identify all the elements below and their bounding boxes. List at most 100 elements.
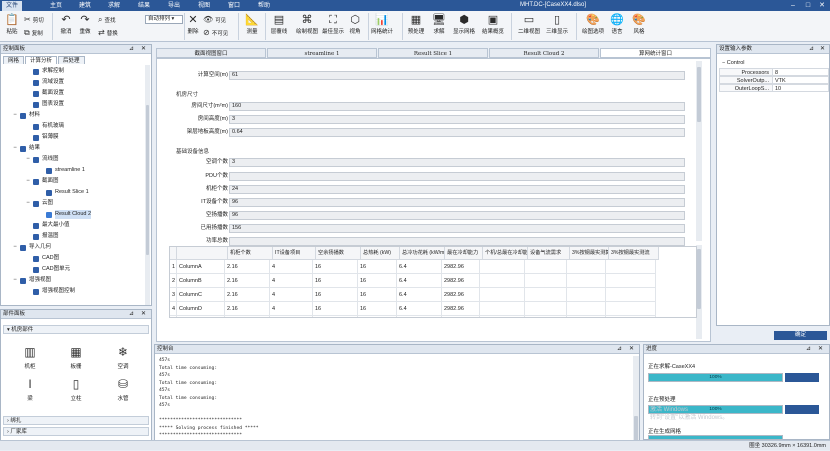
menu-tab-export[interactable]: 导出	[164, 1, 184, 11]
comp-cabinet[interactable]: ▥ 机柜	[15, 346, 45, 371]
tree-item[interactable]: − 云图	[25, 199, 53, 208]
tree-scrollbar[interactable]	[145, 65, 150, 305]
table-cell[interactable]: ColumnA	[177, 260, 225, 274]
table-cell[interactable]: 4	[270, 316, 313, 317]
tree-item[interactable]: streamline 1	[38, 166, 85, 175]
tree-item[interactable]: − 导入几何	[12, 243, 51, 252]
table-row[interactable]: 2 ColumnB 2.16 4 16 16 6.4 2982.96	[170, 274, 656, 288]
prop-row-processors[interactable]: Processors 8	[719, 68, 829, 76]
it-count-field[interactable]: 96	[229, 198, 685, 207]
pin-icon[interactable]: ⊿	[617, 345, 622, 354]
table-cell[interactable]: 2982.96	[442, 302, 480, 316]
table-cell[interactable]: 6.4	[397, 302, 442, 316]
table-cell[interactable]: 16	[313, 274, 358, 288]
tree-item[interactable]: 图表设置	[25, 100, 64, 109]
tree-item[interactable]: − 增强视图	[12, 276, 51, 285]
section-room-parts[interactable]: ▾ 机房部件	[3, 325, 149, 334]
maximize-icon[interactable]: □	[801, 0, 815, 11]
comp-pipe[interactable]: ⛁ 水管	[108, 378, 138, 403]
table-cell[interactable]	[567, 302, 606, 316]
table-cell[interactable]: 2982.96	[442, 316, 480, 317]
pin-icon[interactable]: ⊿	[809, 45, 814, 54]
close-panel-icon[interactable]: ✕	[629, 345, 634, 354]
doc-tab-streamline[interactable]: streamline 1	[267, 48, 377, 58]
close-panel-icon[interactable]: ✕	[141, 310, 146, 319]
tree-item[interactable]: 有机玻璃	[25, 122, 64, 131]
tree-item[interactable]: 流域设置	[25, 78, 64, 87]
table-cell[interactable]: 6.4	[397, 288, 442, 302]
prop-row-solver-output[interactable]: SolverOutp... VTK	[719, 76, 829, 84]
draw-view-button[interactable]: ⌘ 绘制视图	[294, 14, 320, 35]
collapse-toggle-icon[interactable]: −	[12, 144, 18, 153]
table-cell[interactable]: 6.4	[397, 274, 442, 288]
table-cell[interactable]: 4	[270, 302, 313, 316]
collapse-toggle-icon[interactable]: −	[12, 243, 18, 252]
close-panel-icon[interactable]: ✕	[818, 345, 823, 354]
table-cell[interactable]: 4	[270, 274, 313, 288]
tree-scroll-thumb[interactable]	[146, 105, 149, 255]
invisible-button[interactable]: ⊘ 不可见	[203, 29, 228, 38]
menu-tab-home[interactable]: 主页	[46, 1, 66, 11]
table-cell[interactable]: ColumnE	[177, 316, 225, 317]
menu-tab-results[interactable]: 结果	[134, 1, 154, 11]
table-cell[interactable]: ColumnD	[177, 302, 225, 316]
table-cell[interactable]: 6.4	[397, 260, 442, 274]
tree-item[interactable]: 求解控制	[25, 67, 64, 76]
table-cell[interactable]: ColumnB	[177, 274, 225, 288]
table-cell[interactable]: 16	[358, 302, 397, 316]
comp-beam[interactable]: I梁	[15, 378, 45, 403]
table-cell[interactable]	[525, 274, 567, 288]
table-cell[interactable]	[567, 260, 606, 274]
doc-tab-section-view[interactable]: 截面视图窗口	[156, 48, 266, 58]
show-grid-button[interactable]: ⬢ 显示网格	[451, 14, 477, 35]
comp-grid-floor[interactable]: ▦ 板栅	[61, 346, 91, 371]
used-slots-field[interactable]: 156	[229, 224, 685, 233]
table-cell[interactable]: 16	[358, 288, 397, 302]
table-cell[interactable]: ColumnC	[177, 288, 225, 302]
grid-header[interactable]: 3%按钢最实测流	[609, 247, 659, 260]
tree-item[interactable]: Result Cloud 2	[38, 210, 92, 219]
section-bundle[interactable]: › 绑扎	[3, 416, 149, 425]
table-row[interactable]: 1 ColumnA 2.16 4 16 16 6.4 2982.96	[170, 260, 656, 274]
menu-tab-building[interactable]: 建筑	[75, 1, 95, 11]
comp-ac[interactable]: ❄ 空调	[108, 346, 138, 371]
table-cell[interactable]	[606, 316, 656, 317]
measure-button[interactable]: 📐 测量	[239, 14, 265, 35]
table-cell[interactable]: 2.16	[225, 260, 270, 274]
collapse-toggle-icon[interactable]: −	[12, 276, 18, 285]
tree-item[interactable]: 报温图	[25, 232, 59, 241]
table-cell[interactable]	[525, 316, 567, 317]
table-cell[interactable]: 2982.96	[442, 274, 480, 288]
menu-tab-window[interactable]: 窗口	[224, 1, 244, 11]
menu-tab-file[interactable]: 文件	[2, 1, 23, 11]
close-panel-icon[interactable]: ✕	[141, 45, 146, 54]
find-button[interactable]: ⌕ 查找	[98, 16, 116, 25]
grid-header[interactable]: 设备气流需求	[528, 247, 570, 260]
table-cell[interactable]: 2982.96	[442, 288, 480, 302]
menu-tab-view[interactable]: 视图	[194, 1, 214, 11]
tab-mesh[interactable]: 网格	[3, 56, 25, 64]
form-scroll-thumb[interactable]	[697, 67, 701, 122]
table-cell[interactable]: 2	[170, 274, 177, 288]
cut-button[interactable]: ✂ 剪切	[24, 16, 44, 25]
table-cell[interactable]	[606, 288, 656, 302]
table-cell[interactable]: 16	[358, 260, 397, 274]
collapse-toggle-icon[interactable]: −	[25, 177, 31, 186]
table-cell[interactable]	[480, 288, 525, 302]
table-cell[interactable]: 16	[313, 316, 358, 317]
solve-button[interactable]: 🖥 求解	[426, 14, 452, 35]
table-cell[interactable]	[525, 302, 567, 316]
table-cell[interactable]: 16	[358, 316, 397, 317]
grid-header[interactable]	[170, 247, 177, 260]
replace-button[interactable]: ⇄ 替换	[98, 29, 118, 38]
stats-button[interactable]: 📊 网格统计	[369, 14, 395, 35]
collapse-toggle-icon[interactable]: −	[12, 111, 18, 120]
table-cell[interactable]: 4	[270, 288, 313, 302]
draw-style-button[interactable]: 🎨 绘图选项	[580, 14, 606, 35]
table-cell[interactable]: 5	[170, 316, 177, 317]
table-cell[interactable]: 6.4	[397, 316, 442, 317]
collapse-toggle-icon[interactable]: −	[25, 155, 31, 164]
room-height-field[interactable]: 3	[229, 115, 685, 124]
tree-item[interactable]: 增强视图控制	[25, 287, 75, 296]
console-scrollbar[interactable]	[633, 356, 639, 449]
